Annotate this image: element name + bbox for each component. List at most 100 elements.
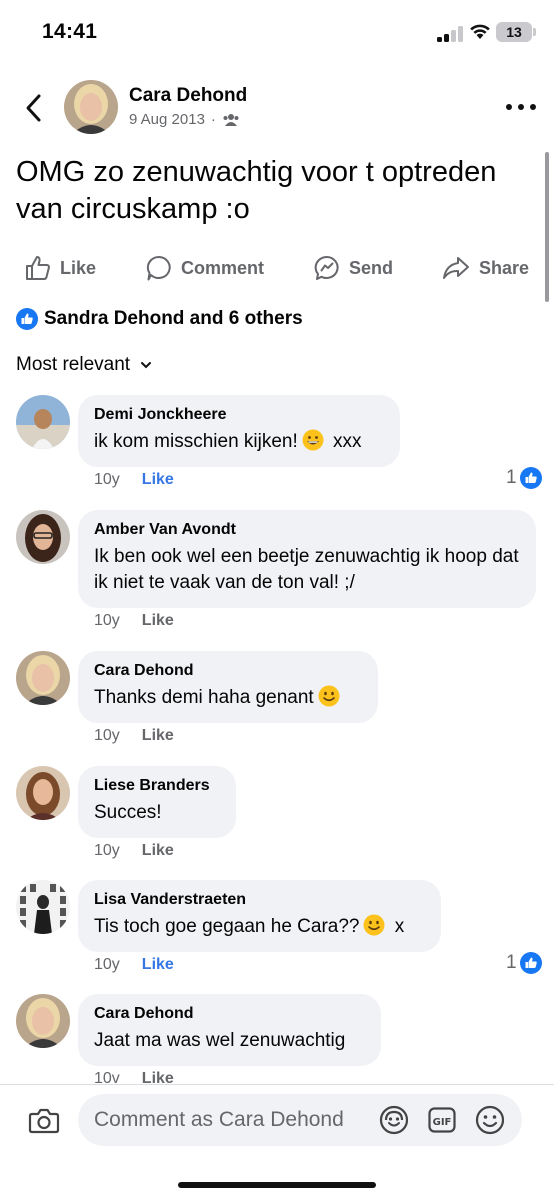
battery-indicator: 13 bbox=[496, 22, 532, 42]
scrollbar-thumb[interactable] bbox=[545, 152, 549, 302]
chevron-left-icon bbox=[26, 94, 41, 122]
comment-time: 10y bbox=[94, 956, 120, 973]
comment-meta: 10y Like bbox=[94, 612, 174, 630]
comment-time: 10y bbox=[94, 842, 120, 859]
svg-text:GIF: GIF bbox=[433, 1117, 452, 1128]
post-meta: 9 Aug 2013 · bbox=[129, 111, 240, 128]
reactions-text: Sandra Dehond and 6 others bbox=[44, 308, 303, 329]
battery-tip bbox=[533, 28, 536, 36]
reaction-count: 1 bbox=[506, 467, 517, 488]
like-reaction-icon bbox=[519, 952, 542, 974]
share-button[interactable]: Share bbox=[441, 250, 529, 286]
reactions-summary[interactable]: Sandra Dehond and 6 others bbox=[16, 308, 303, 330]
comment-bubble[interactable]: Lisa Vanderstraeten Tis toch goe gegaan … bbox=[78, 880, 441, 952]
commenter-name[interactable]: Cara Dehond bbox=[94, 661, 362, 681]
grinning-face-icon bbox=[302, 429, 324, 451]
avatar-sticker-button[interactable] bbox=[378, 1104, 410, 1136]
comment-like-button[interactable]: Like bbox=[142, 727, 174, 745]
commenter-avatar[interactable] bbox=[16, 651, 70, 705]
smiling-face-icon bbox=[363, 914, 385, 936]
comment-text-main: Thanks demi haha genant bbox=[94, 687, 314, 708]
comment-bubble[interactable]: Cara Dehond Thanks demi haha genant bbox=[78, 651, 378, 723]
commenter-name[interactable]: Lisa Vanderstraeten bbox=[94, 890, 425, 910]
comment-text-suffix: xxx bbox=[327, 431, 362, 452]
smiling-face-icon bbox=[318, 685, 340, 707]
comment-text: Ik ben ook wel een beetje zenuwachtig ik… bbox=[94, 546, 519, 593]
sort-label: Most relevant bbox=[16, 354, 131, 375]
post-action-bar: Like Comment Send Share bbox=[0, 250, 554, 286]
meta-separator: · bbox=[210, 111, 216, 128]
comment-text: Jaat ma was wel zenuwachtig bbox=[94, 1030, 346, 1051]
comment-like-button[interactable]: Like bbox=[142, 842, 174, 860]
like-button[interactable]: Like bbox=[24, 250, 96, 286]
comment-text-suffix: x bbox=[389, 916, 405, 937]
comment-button[interactable]: Comment bbox=[145, 250, 264, 286]
commenter-avatar[interactable] bbox=[16, 395, 70, 449]
dot-icon bbox=[518, 104, 524, 110]
share-arrow-icon bbox=[443, 257, 469, 279]
comment-text-main: ik kom misschien kijken! bbox=[94, 431, 298, 452]
comment-meta: 10y Like bbox=[94, 727, 174, 745]
author-avatar[interactable] bbox=[64, 80, 118, 134]
comment-bubble[interactable]: Amber Van Avondt Ik ben ook wel een beet… bbox=[78, 510, 536, 608]
thumbs-up-icon bbox=[26, 256, 50, 280]
comment-reaction-count[interactable]: 1 bbox=[506, 467, 542, 489]
comment-reaction-count[interactable]: 1 bbox=[506, 952, 542, 974]
dot-icon bbox=[530, 104, 536, 110]
comment-label: Comment bbox=[181, 257, 265, 278]
comment-text: Succes! bbox=[94, 802, 162, 823]
commenter-avatar[interactable] bbox=[16, 880, 70, 934]
emoji-icon bbox=[475, 1105, 505, 1135]
comment-meta: 10y Like bbox=[94, 842, 174, 860]
home-indicator bbox=[178, 1182, 376, 1188]
comment-time: 10y bbox=[94, 612, 120, 629]
share-label: Share bbox=[479, 257, 530, 278]
dot-icon bbox=[506, 104, 512, 110]
status-time: 14:41 bbox=[42, 20, 98, 43]
post-date: 9 Aug 2013 bbox=[129, 111, 205, 128]
sort-dropdown[interactable]: Most relevant bbox=[16, 354, 152, 376]
send-label: Send bbox=[349, 257, 394, 278]
author-name[interactable]: Cara Dehond bbox=[129, 85, 247, 107]
comment-bubble[interactable]: Demi Jonckheere ik kom misschien kijken!… bbox=[78, 395, 400, 467]
comment-meta: 10y Like bbox=[94, 956, 174, 974]
like-reaction-icon bbox=[519, 467, 542, 489]
commenter-name[interactable]: Cara Dehond bbox=[94, 1004, 365, 1024]
messenger-icon bbox=[314, 255, 339, 280]
commenter-name[interactable]: Liese Branders bbox=[94, 776, 220, 796]
comment-time: 10y bbox=[94, 727, 120, 744]
gif-button[interactable]: GIF bbox=[426, 1104, 458, 1136]
reaction-count: 1 bbox=[506, 952, 517, 973]
comment-like-button[interactable]: Like bbox=[142, 956, 174, 974]
comment-text: Thanks demi haha genant bbox=[94, 685, 362, 711]
friends-icon bbox=[223, 113, 239, 126]
comment-text: Tis toch goe gegaan he Cara?? x bbox=[94, 914, 425, 940]
wifi-icon bbox=[469, 22, 491, 40]
avatar-sticker-icon bbox=[379, 1105, 409, 1135]
commenter-avatar[interactable] bbox=[16, 766, 70, 820]
comment-bubble[interactable]: Cara Dehond Jaat ma was wel zenuwachtig bbox=[78, 994, 381, 1066]
emoji-button[interactable] bbox=[474, 1104, 506, 1136]
comment-time: 10y bbox=[94, 471, 120, 488]
camera-button[interactable] bbox=[26, 1102, 62, 1138]
commenter-avatar[interactable] bbox=[16, 510, 70, 564]
more-options-button[interactable] bbox=[506, 100, 536, 114]
chevron-down-icon bbox=[141, 362, 152, 369]
back-button[interactable] bbox=[18, 90, 48, 126]
like-label: Like bbox=[60, 257, 97, 278]
comment-like-button[interactable]: Like bbox=[142, 612, 174, 630]
commenter-avatar[interactable] bbox=[16, 994, 70, 1048]
comment-like-button[interactable]: Like bbox=[142, 471, 174, 489]
comment-bubble-icon bbox=[146, 255, 171, 281]
gif-icon: GIF bbox=[428, 1107, 456, 1133]
like-reaction-icon bbox=[16, 308, 38, 330]
comment-text: ik kom misschien kijken! xxx bbox=[94, 429, 384, 455]
comment-meta: 10y Like bbox=[94, 471, 174, 489]
comment-bubble[interactable]: Liese Branders Succes! bbox=[78, 766, 236, 838]
commenter-name[interactable]: Demi Jonckheere bbox=[94, 405, 384, 425]
camera-icon bbox=[28, 1108, 60, 1134]
status-bar: 14:41 13 bbox=[0, 0, 554, 62]
commenter-name[interactable]: Amber Van Avondt bbox=[94, 520, 520, 540]
comment-text-main: Tis toch goe gegaan he Cara?? bbox=[94, 916, 360, 937]
send-button[interactable]: Send bbox=[313, 250, 393, 286]
